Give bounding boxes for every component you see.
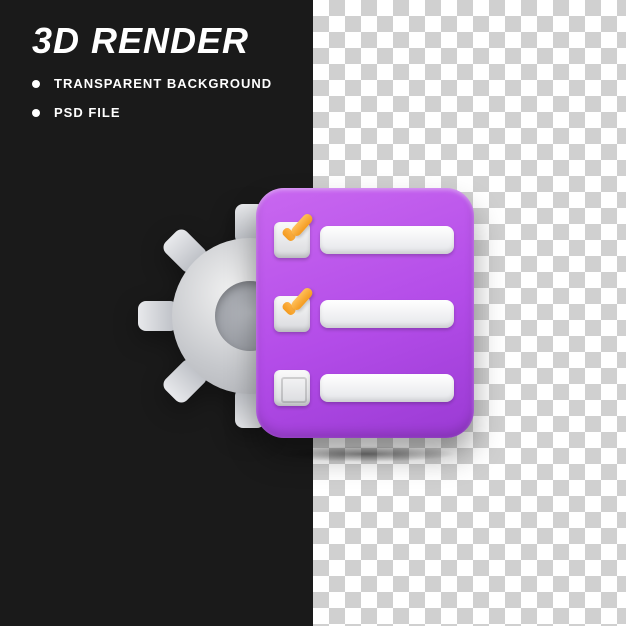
render-illustration xyxy=(150,178,476,448)
checklist-card xyxy=(256,188,474,438)
text-bar xyxy=(320,300,454,328)
checkmark-icon xyxy=(278,288,316,326)
feature-item: PSD FILE xyxy=(32,105,272,120)
card-shadow xyxy=(276,446,456,462)
checkbox-checked xyxy=(274,222,310,258)
feature-list: TRANSPARENT BACKGROUND PSD FILE xyxy=(32,76,272,134)
checklist-row xyxy=(274,370,454,406)
feature-item: TRANSPARENT BACKGROUND xyxy=(32,76,272,91)
checkbox-unchecked xyxy=(274,370,310,406)
feature-label: PSD FILE xyxy=(54,105,121,120)
checkmark-icon xyxy=(278,214,316,252)
checklist-row xyxy=(274,222,454,258)
text-bar xyxy=(320,226,454,254)
page-title: 3D RENDER xyxy=(32,20,249,62)
feature-label: TRANSPARENT BACKGROUND xyxy=(54,76,272,91)
checkbox-checked xyxy=(274,296,310,332)
checklist-row xyxy=(274,296,454,332)
text-bar xyxy=(320,374,454,402)
